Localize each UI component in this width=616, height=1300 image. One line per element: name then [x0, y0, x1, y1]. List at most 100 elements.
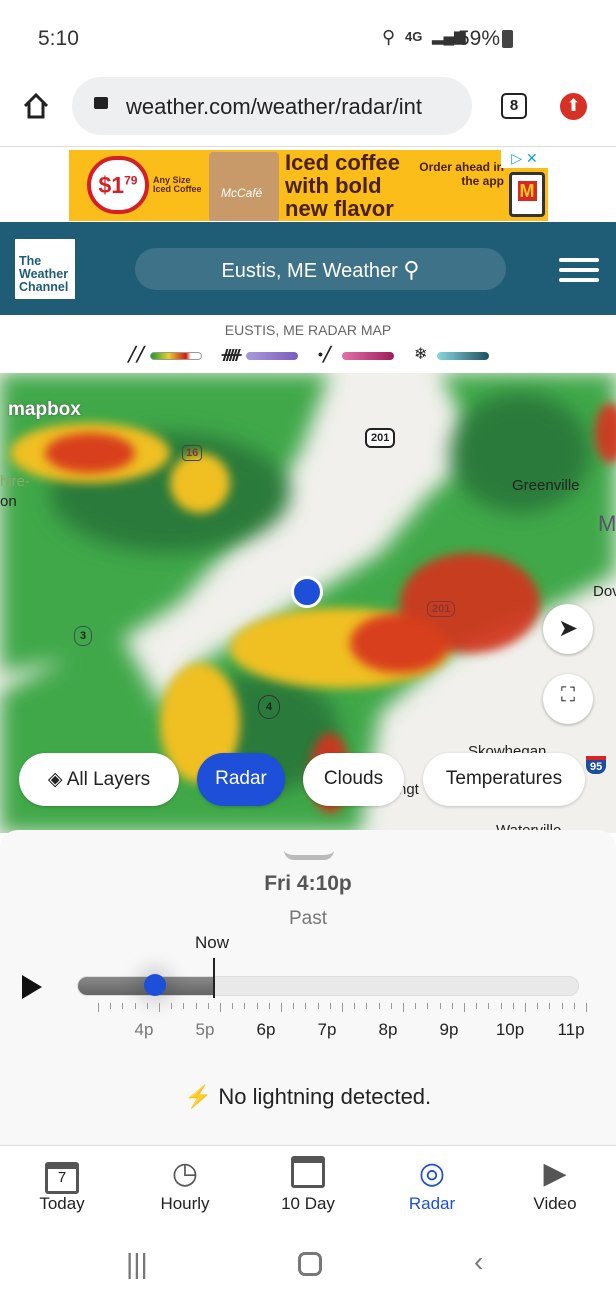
- ad-price: $179: [87, 156, 149, 214]
- layer-clouds[interactable]: Clouds: [303, 753, 404, 806]
- clock-icon: ◷: [171, 1157, 199, 1190]
- current-location-marker: [291, 576, 323, 608]
- locate-button[interactable]: ➤: [543, 604, 593, 654]
- timeline-tick: [207, 1003, 209, 1009]
- timeline-tick: [293, 1003, 295, 1009]
- url-field[interactable]: weather.com/weather/radar/int: [72, 77, 472, 135]
- location-search[interactable]: Eustis, ME Weather ⚲: [135, 248, 506, 290]
- mapbox-attribution[interactable]: mapbox: [8, 399, 81, 421]
- timeline-tick: [427, 1003, 429, 1009]
- home-button-icon[interactable]: [298, 1252, 322, 1276]
- timeline-label: 10p: [495, 1020, 525, 1039]
- timeline-tick: [451, 1003, 453, 1009]
- timeline-tick: [98, 1003, 99, 1012]
- interstate-shield: 95: [586, 756, 607, 774]
- nav-video[interactable]: ▶ Video: [505, 1156, 605, 1214]
- update-icon[interactable]: ⬆: [560, 93, 587, 120]
- ad-headline: Iced coffee with bold new flavor: [285, 150, 400, 221]
- route-shield: 16: [182, 445, 203, 461]
- layer-temperatures[interactable]: Temperatures: [423, 753, 585, 806]
- location-icon: ⚲: [382, 27, 396, 47]
- fullscreen-icon: ⛶: [561, 684, 575, 706]
- timeline-tick: [354, 1003, 356, 1009]
- browser-bar: weather.com/weather/radar/int 8 ⬆: [0, 75, 616, 147]
- timeline-tick: [122, 1003, 124, 1009]
- back-icon[interactable]: ‹: [474, 1246, 483, 1278]
- timeline-tick: [195, 1003, 197, 1009]
- timeline-tick: [134, 1003, 136, 1009]
- timeline-tick: [317, 1003, 319, 1009]
- clock: 5:10: [38, 27, 79, 50]
- fullscreen-button[interactable]: ⛶: [543, 674, 593, 724]
- timeline-label: 6p: [256, 1020, 276, 1039]
- now-marker: [213, 958, 215, 998]
- timeline-tick: [268, 1003, 270, 1009]
- timeline-tick: [256, 1003, 258, 1009]
- video-play-icon: ▶: [543, 1157, 567, 1190]
- timeline-tick: [342, 1003, 343, 1012]
- timeline-label: 11p: [557, 1020, 585, 1039]
- rain-scale: [150, 352, 202, 360]
- route-shield: 201: [365, 428, 396, 448]
- ad-close-icon[interactable]: ▷ ✕: [501, 150, 548, 168]
- timeline-tick: [525, 1003, 526, 1012]
- nav-today[interactable]: 7 Today: [12, 1156, 112, 1214]
- now-label: Now: [195, 933, 230, 952]
- map-label: Greenville: [512, 477, 580, 494]
- mix-scale: [342, 352, 394, 360]
- bottom-nav: 7 Today ◷ Hourly 10 Day ◎ Radar ▶ Video: [0, 1145, 616, 1229]
- time-state: Past: [288, 908, 328, 929]
- home-icon[interactable]: [22, 92, 50, 120]
- map-label: on: [0, 493, 17, 510]
- url-text: weather.com/weather/radar/int: [126, 94, 422, 119]
- rain-icon: ╱╱: [128, 346, 145, 362]
- layer-radar[interactable]: Radar: [197, 753, 285, 806]
- navigation-arrow-icon: ➤: [557, 615, 579, 642]
- site-header: The Weather Channel Eustis, ME Weather ⚲: [0, 222, 616, 315]
- timeline-tick: [329, 1003, 331, 1009]
- route-shield: 3: [74, 626, 93, 646]
- timeline-tick: [464, 1003, 465, 1012]
- timeline-tick: [476, 1003, 478, 1009]
- status-bar: 5:10 ⚲ 4G ▂▄▆ 59%: [0, 0, 616, 75]
- mcdonalds-logo: M: [509, 172, 545, 217]
- timeline-tick: [488, 1003, 490, 1009]
- timeline-tick: [512, 1003, 514, 1009]
- selected-time: Fri 4:10p: [264, 872, 352, 895]
- ice-scale: [246, 352, 298, 360]
- ad-banner[interactable]: $179 Any Size Iced Coffee McCafé Iced co…: [69, 150, 548, 221]
- ad-cta: Order ahead in the app: [419, 160, 504, 188]
- map-label: Dov: [593, 583, 616, 600]
- timeline-tick: [561, 1003, 563, 1009]
- timeline-tick: [171, 1003, 173, 1009]
- twc-logo[interactable]: The Weather Channel: [15, 239, 75, 299]
- nav-10-day[interactable]: 10 Day: [258, 1156, 358, 1214]
- route-shield: 4: [258, 695, 281, 719]
- ice-icon: ᚏ: [222, 346, 242, 362]
- network-label: 4G: [405, 29, 423, 44]
- play-icon[interactable]: [22, 975, 42, 999]
- timeline-tick: [159, 1003, 160, 1012]
- battery-level: 59%: [458, 27, 501, 50]
- system-nav: ||| ‹: [0, 1230, 616, 1300]
- recent-apps-icon[interactable]: |||: [126, 1248, 148, 1280]
- timeline-tick: [220, 1003, 221, 1012]
- map-label: Skowhegan: [468, 743, 547, 753]
- timeline-tick: [537, 1003, 539, 1009]
- ad-sub: Any Size Iced Coffee: [153, 175, 202, 194]
- timeline-tick: [146, 1003, 148, 1009]
- timeline-tick: [586, 1003, 587, 1012]
- nav-radar[interactable]: ◎ Radar: [382, 1156, 482, 1214]
- timeline-tick: [549, 1003, 551, 1009]
- timeline-label: 5p: [195, 1020, 215, 1039]
- nav-hourly[interactable]: ◷ Hourly: [135, 1156, 235, 1214]
- panel-handle[interactable]: [284, 850, 334, 860]
- snow-scale: [437, 352, 489, 360]
- layer-all-layers[interactable]: ◈ All Layers: [19, 753, 179, 806]
- map-label: M: [598, 511, 616, 536]
- tabs-button[interactable]: 8: [501, 93, 527, 119]
- menu-icon[interactable]: [559, 258, 599, 282]
- timeline-tick: [500, 1003, 502, 1009]
- timeline-thumb[interactable]: [144, 974, 166, 996]
- mix-icon: •╱: [318, 346, 332, 362]
